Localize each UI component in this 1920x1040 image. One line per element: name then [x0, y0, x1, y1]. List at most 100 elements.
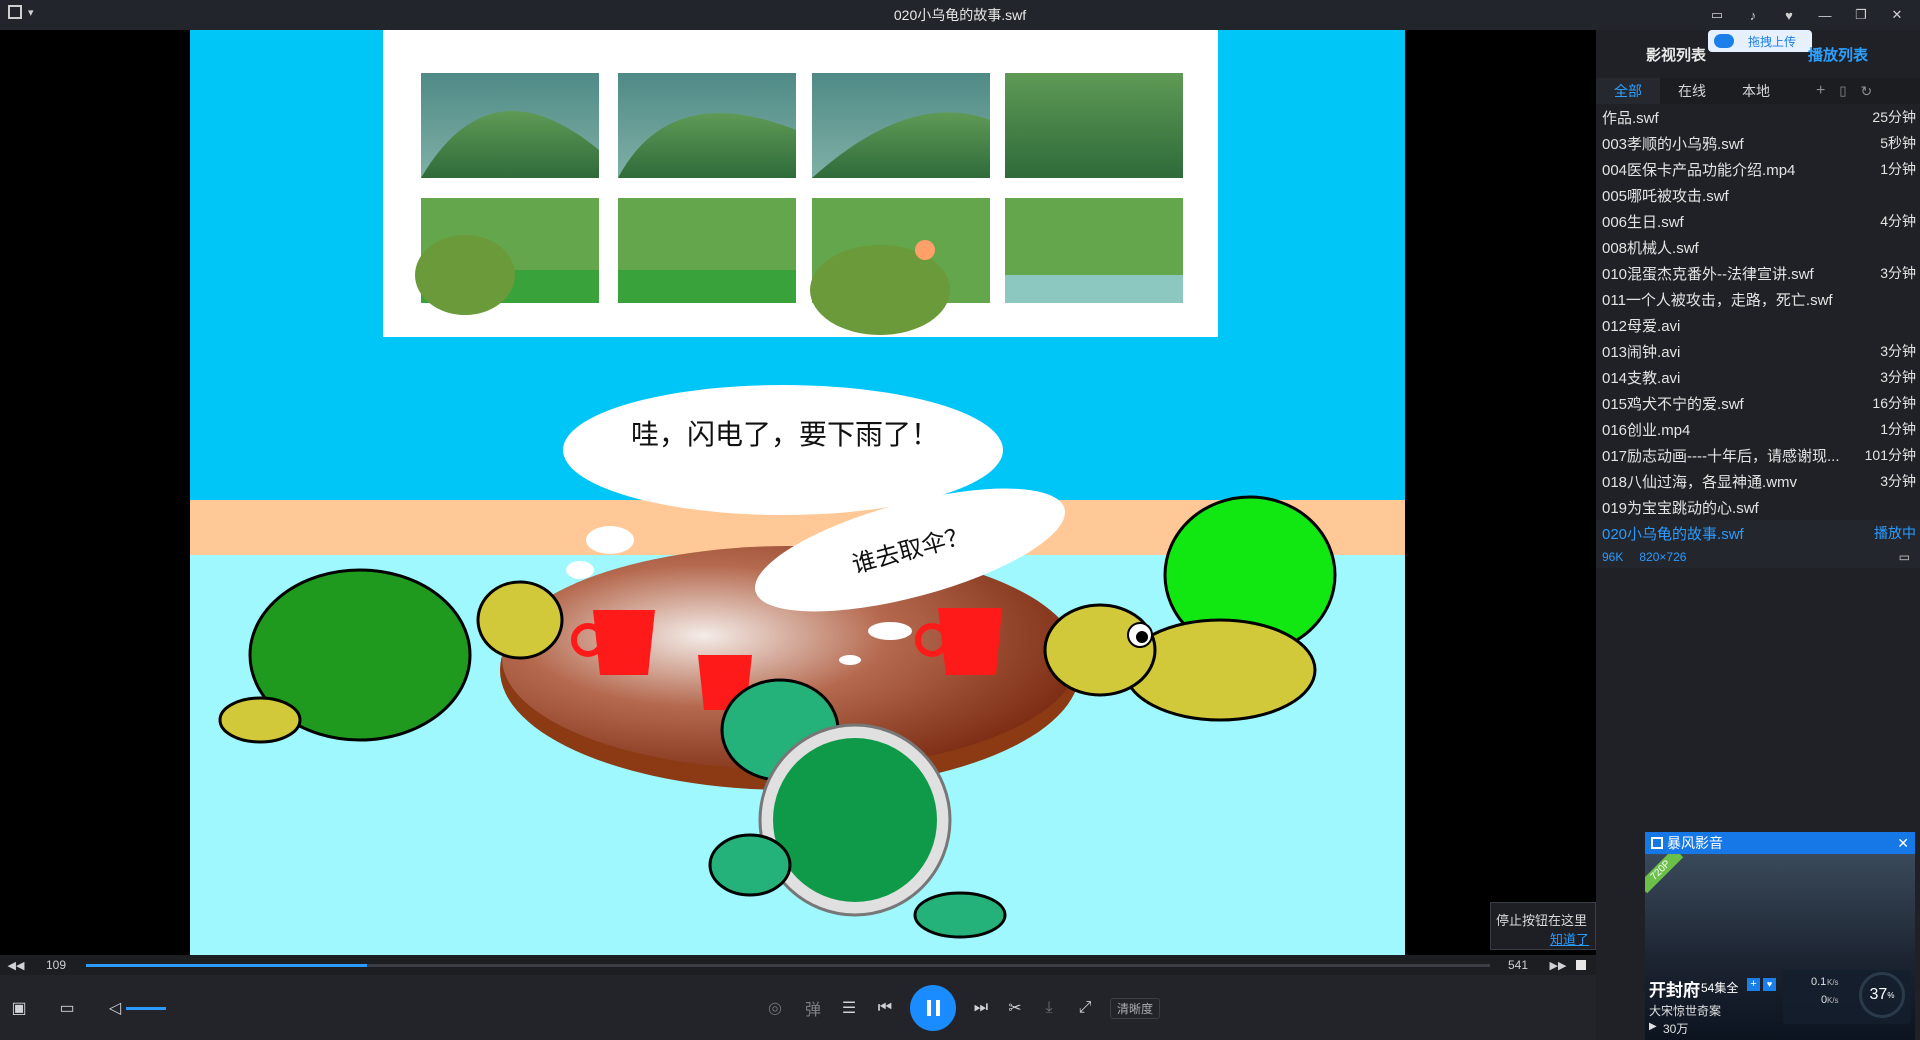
popup-header: 暴风影音 ✕ — [1645, 832, 1915, 854]
playlist-item[interactable]: 017励志动画----十年后，请感谢现... 101分钟 — [1596, 442, 1920, 468]
cloud-upload-badge[interactable]: 拖拽上传 — [1708, 30, 1812, 52]
toolbox-icon[interactable]: ▣ — [8, 997, 30, 1019]
fullscreen-icon[interactable]: ⤢ — [1074, 997, 1096, 1019]
pause-icon — [926, 1000, 940, 1016]
views-count: 30万 — [1663, 1022, 1689, 1036]
playlist-item[interactable]: 005哪吒被攻击.swf — [1596, 182, 1920, 208]
eye-icon[interactable]: ◎ — [764, 997, 786, 1019]
tooltip-text: 停止按钮在这里 — [1496, 913, 1588, 928]
playlist-item-name: 005哪吒被攻击.swf — [1602, 187, 1729, 205]
playlist-item-name: 013闹钟.avi — [1602, 343, 1681, 361]
poster-image[interactable]: 720P 开封府 54集全 + ♥ 大宋惊世奇案 30万 ▶ 0.1 K/s 0… — [1645, 854, 1915, 1040]
quality-badge: 720P — [1645, 854, 1684, 894]
episode-count: 54集全 — [1701, 981, 1739, 995]
playlist-item[interactable]: 014支教.avi 3分钟 — [1596, 364, 1920, 390]
tooltip-dismiss-link[interactable]: 知道了 — [1550, 929, 1589, 948]
file-resolution: 820×726 — [1639, 550, 1687, 564]
scissors-icon[interactable]: ✂ — [1004, 997, 1026, 1019]
playlist-item[interactable]: 013闹钟.avi 3分钟 — [1596, 338, 1920, 364]
pause-button[interactable] — [910, 985, 956, 1031]
previous-icon[interactable]: ⏮ — [874, 997, 896, 1019]
cloud-icon — [1714, 34, 1734, 48]
open-folder-icon[interactable]: ▭ — [56, 997, 78, 1019]
next-icon[interactable]: ⏭ — [970, 997, 992, 1019]
favorite-badge-icon[interactable]: ♥ — [1763, 978, 1776, 991]
add-icon[interactable]: + — [1816, 82, 1825, 100]
show-title: 开封府 — [1649, 981, 1700, 1000]
panel-header: 影视列表 拖拽上传 播放列表 — [1596, 30, 1920, 78]
playlist-item[interactable]: 018八仙过海，各显神通.wmv 3分钟 — [1596, 468, 1920, 494]
playlist-item-duration: 101分钟 — [1864, 447, 1916, 463]
playlist-item[interactable]: 010混蛋杰克番外--法律宣讲.swf 3分钟 — [1596, 260, 1920, 286]
play-count-icon: ▶ — [1649, 1021, 1657, 1032]
playlist-item-name: 010混蛋杰克番外--法律宣讲.swf — [1602, 265, 1814, 283]
playlist-item-name: 017励志动画----十年后，请感谢现... — [1602, 447, 1840, 465]
popup-close-icon[interactable]: ✕ — [1897, 835, 1909, 852]
playlist-item[interactable]: 020小乌龟的故事.swf 播放中 — [1596, 520, 1920, 546]
volume-slider[interactable] — [126, 1007, 166, 1010]
download-speed-unit: K/s — [1827, 996, 1839, 1005]
playlist-item[interactable]: 019为宝宝跳动的心.swf — [1596, 494, 1920, 520]
tab-all[interactable]: 全部 — [1596, 78, 1660, 104]
fast-forward-icon[interactable]: ▶▶ — [1550, 957, 1567, 973]
playlist-item[interactable]: 012母爱.avi — [1596, 312, 1920, 338]
film-icon — [1651, 837, 1663, 849]
playlist-item[interactable]: 003孝顺的小乌鸦.swf 5秒钟 — [1596, 130, 1920, 156]
playlist-item-name: 016创业.mp4 — [1602, 421, 1691, 439]
playlist-item-duration: 3分钟 — [1880, 369, 1916, 385]
playlist-item-name: 020小乌龟的故事.swf — [1602, 525, 1744, 543]
tab-local[interactable]: 本地 — [1724, 78, 1788, 104]
title-left[interactable]: 影视列表 — [1646, 44, 1706, 65]
cartoon-scene: 哇，闪电了，要下雨了！ 谁去取伞？ — [190, 30, 1405, 955]
show-subtitle: 大宋惊世奇案 — [1649, 1004, 1722, 1018]
restore-button[interactable]: ❐ — [1844, 4, 1878, 26]
playlist-item-name: 003孝顺的小乌鸦.swf — [1602, 135, 1744, 153]
progress-fill — [86, 964, 367, 967]
refresh-icon[interactable]: ↻ — [1861, 83, 1873, 100]
playlist-item[interactable]: 006生日.swf 4分钟 — [1596, 208, 1920, 234]
danmaku-button[interactable]: 弹 — [802, 997, 824, 1019]
playlist-item[interactable]: 016创业.mp4 1分钟 — [1596, 416, 1920, 442]
upload-speed-unit: K/s — [1827, 978, 1839, 987]
scene-illustration — [190, 30, 1405, 955]
total-time: 541 — [1508, 958, 1529, 972]
title-right[interactable]: 播放列表 — [1808, 44, 1868, 65]
file-icon[interactable]: ▯ — [1839, 83, 1846, 99]
playlist-item[interactable]: 011一个人被攻击，走路，死亡.swf — [1596, 286, 1920, 312]
quality-button[interactable]: 清晰度 — [1110, 998, 1161, 1019]
stop-hint-tooltip: 停止按钮在这里 知道了 — [1490, 902, 1596, 950]
playlist-item-name: 015鸡犬不宁的爱.swf — [1602, 395, 1744, 413]
popup-brand: 暴风影音 — [1667, 835, 1723, 851]
playlist-item-name: 019为宝宝跳动的心.swf — [1602, 499, 1759, 517]
playlist-item[interactable]: 015鸡犬不宁的爱.swf 16分钟 — [1596, 390, 1920, 416]
seek-bar: ◀◀ 109 541 ▶▶ — [0, 955, 1596, 975]
playlist-item[interactable]: 008机械人.swf — [1596, 234, 1920, 260]
file-size: 96K — [1602, 550, 1624, 564]
settings-sliders-icon[interactable]: ☰ — [838, 997, 860, 1019]
playing-meta: 96K 820×726 ▭ — [1596, 546, 1920, 568]
download-icon[interactable]: ⤓ — [1038, 997, 1060, 1019]
bell-icon[interactable]: ♪ — [1736, 4, 1770, 26]
add-badge-icon[interactable]: + — [1747, 978, 1760, 991]
control-bar: ▣ ▭ ◁ ◎ 弹 ☰ ⏮ ⏭ ✂ ⤓ ⤢ 清晰度 — [0, 975, 1596, 1040]
current-time: 109 — [46, 958, 67, 972]
skin-icon[interactable]: ♥ — [1772, 4, 1806, 26]
close-button[interactable]: ✕ — [1880, 4, 1914, 26]
playlist-item-duration: 3分钟 — [1880, 265, 1916, 281]
upload-speed: 0.1 — [1811, 976, 1827, 988]
cloud-upload-label: 拖拽上传 — [1748, 34, 1797, 49]
tab-online[interactable]: 在线 — [1660, 78, 1724, 104]
video-area[interactable]: 哇，闪电了，要下雨了！ 谁去取伞？ — [0, 30, 1596, 955]
playlist-item[interactable]: 004医保卡产品功能介绍.mp4 1分钟 — [1596, 156, 1920, 182]
rewind-icon[interactable]: ◀◀ — [8, 957, 25, 973]
playlist-item-name: 008机械人.swf — [1602, 239, 1699, 257]
progress-track[interactable] — [86, 964, 1490, 967]
stop-icon[interactable] — [1576, 960, 1586, 970]
playlist-item[interactable]: 作品.swf 25分钟 — [1596, 104, 1920, 130]
message-icon[interactable]: ▭ — [1700, 4, 1734, 26]
folder-icon[interactable]: ▭ — [1899, 550, 1910, 564]
minimize-button[interactable]: — — [1808, 4, 1842, 26]
volume-icon[interactable]: ◁ — [104, 997, 126, 1019]
playlist-item-name: 014支教.avi — [1602, 369, 1681, 387]
speed-widget: 0.1 K/s 0 K/s 37% — [1783, 970, 1911, 1024]
